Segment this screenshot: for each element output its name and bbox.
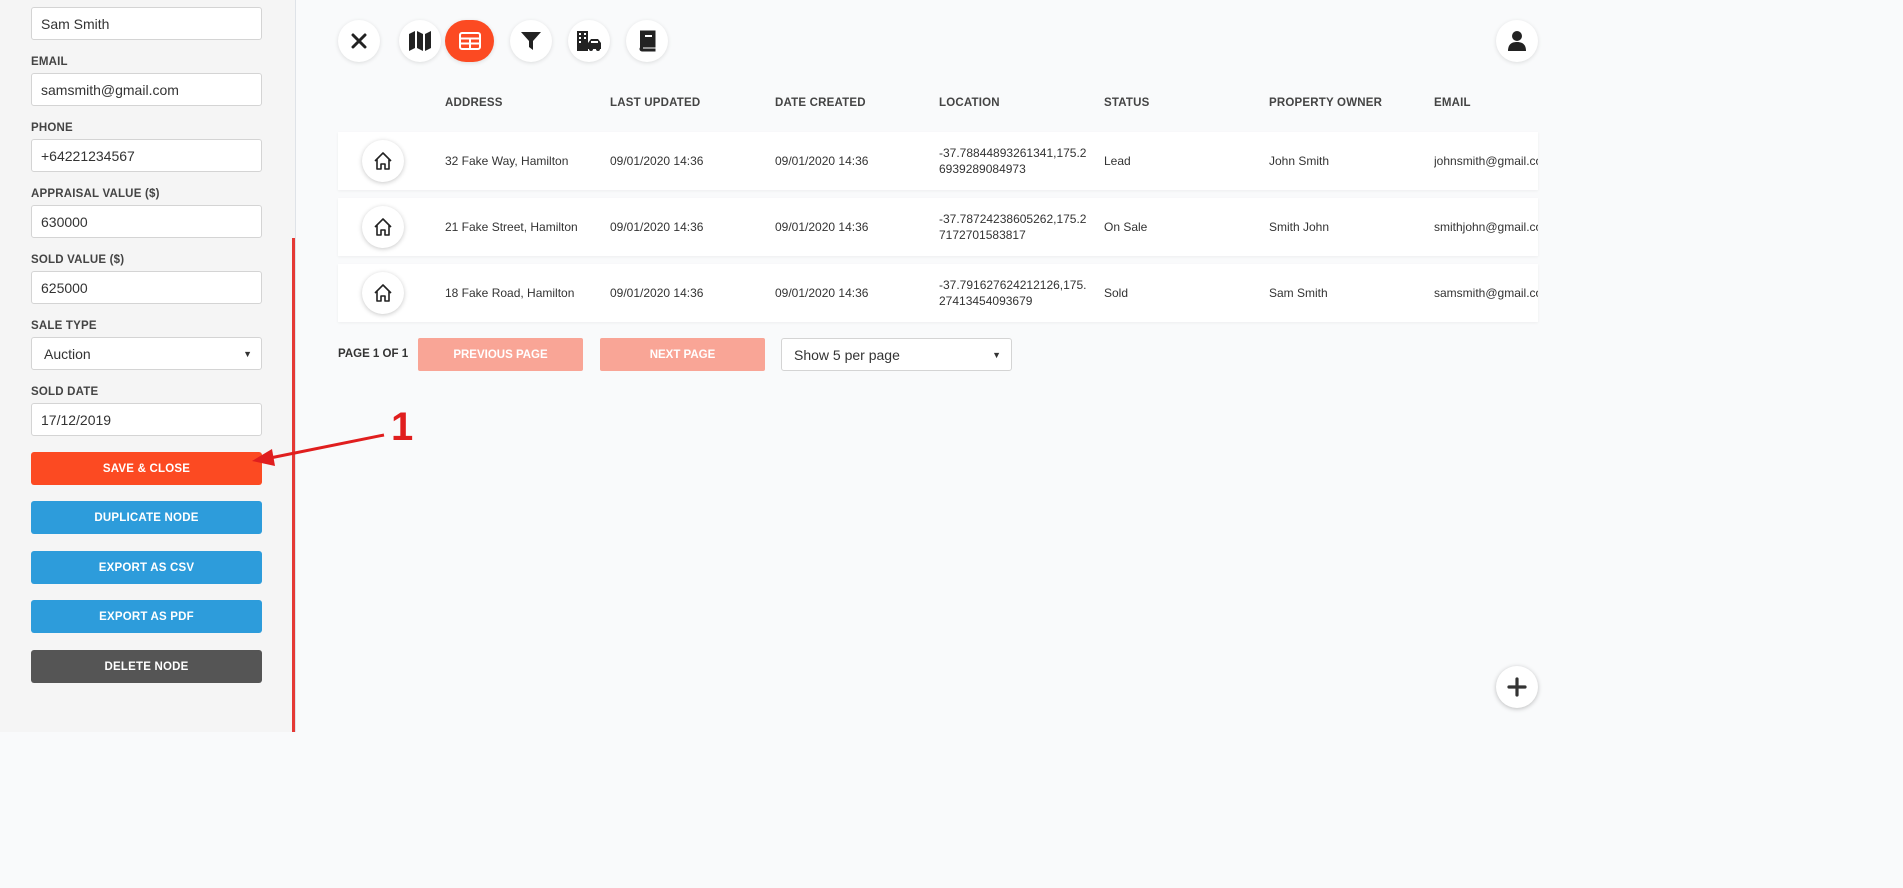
- sale-type-label: SALE TYPE: [31, 320, 97, 332]
- edit-sidebar: Sam Smith EMAIL samsmith@gmail.com PHONE…: [0, 0, 296, 732]
- cell-owner: Sam Smith: [1269, 286, 1328, 300]
- docs-button[interactable]: [626, 20, 668, 62]
- table-view-button[interactable]: [445, 20, 494, 62]
- email-label: EMAIL: [31, 56, 68, 68]
- sold-date-field[interactable]: 17/12/2019: [31, 403, 262, 436]
- phone-field[interactable]: +64221234567: [31, 139, 262, 172]
- cell-owner: John Smith: [1269, 154, 1330, 168]
- annotation-marker-line: [292, 238, 295, 732]
- close-button[interactable]: [338, 20, 380, 62]
- email-field[interactable]: samsmith@gmail.com: [31, 73, 262, 106]
- page-indicator: PAGE 1 OF 1: [338, 348, 409, 360]
- cell-owner: Smith John: [1269, 220, 1330, 234]
- map-icon: [409, 31, 431, 51]
- building-car-icon: [577, 31, 601, 51]
- add-node-button[interactable]: [1496, 666, 1538, 708]
- export-pdf-button[interactable]: EXPORT AS PDF: [31, 600, 262, 633]
- caret-down-icon: ▼: [243, 348, 252, 359]
- sale-type-value: Auction: [44, 345, 91, 362]
- duplicate-node-button[interactable]: DUPLICATE NODE: [31, 501, 262, 534]
- export-csv-button[interactable]: EXPORT AS CSV: [31, 551, 262, 584]
- column-header-last-updated[interactable]: LAST UPDATED: [610, 97, 700, 109]
- table-row[interactable]: 18 Fake Road, Hamilton 09/01/2020 14:36 …: [338, 264, 1538, 322]
- cell-address: 18 Fake Road, Hamilton: [445, 286, 575, 300]
- book-icon: [639, 30, 656, 52]
- cell-last-updated: 09/01/2020 14:36: [610, 154, 704, 168]
- column-header-email[interactable]: EMAIL: [1434, 97, 1471, 109]
- cell-last-updated: 09/01/2020 14:36: [610, 220, 704, 234]
- cell-date-created: 09/01/2020 14:36: [775, 154, 869, 168]
- cell-email: johnsmith@gmail.com: [1434, 154, 1538, 168]
- property-button[interactable]: [568, 20, 610, 62]
- phone-label: PHONE: [31, 122, 73, 134]
- user-icon: [1508, 31, 1526, 51]
- column-header-date-created[interactable]: DATE CREATED: [775, 97, 866, 109]
- filter-icon: [521, 32, 541, 50]
- cell-address: 21 Fake Street, Hamilton: [445, 220, 578, 234]
- appraisal-value-label: APPRAISAL VALUE ($): [31, 188, 160, 200]
- cell-location: -37.78844893261341,175.26939289084973: [939, 146, 1087, 176]
- close-icon: [351, 33, 367, 49]
- delete-node-button[interactable]: DELETE NODE: [31, 650, 262, 683]
- sale-type-select[interactable]: Auction ▼: [31, 337, 262, 370]
- home-icon[interactable]: [362, 140, 404, 182]
- cell-status: Lead: [1104, 154, 1131, 168]
- table-row[interactable]: 21 Fake Street, Hamilton 09/01/2020 14:3…: [338, 198, 1538, 256]
- annotation-number: 1: [391, 405, 414, 449]
- cell-status: On Sale: [1104, 220, 1148, 234]
- next-page-button[interactable]: NEXT PAGE: [600, 338, 765, 371]
- cell-email: samsmith@gmail.com: [1434, 286, 1538, 300]
- per-page-select[interactable]: Show 5 per page ▼: [781, 338, 1012, 371]
- table-icon: [458, 32, 481, 50]
- home-icon[interactable]: [362, 272, 404, 314]
- column-header-address[interactable]: ADDRESS: [445, 97, 503, 109]
- previous-page-button[interactable]: PREVIOUS PAGE: [418, 338, 583, 371]
- cell-status: Sold: [1104, 286, 1129, 300]
- cell-date-created: 09/01/2020 14:36: [775, 220, 869, 234]
- sold-value-field[interactable]: 625000: [31, 271, 262, 304]
- caret-down-icon: ▼: [992, 349, 1001, 360]
- map-view-button[interactable]: [399, 20, 441, 62]
- table-row[interactable]: 32 Fake Way, Hamilton 09/01/2020 14:36 0…: [338, 132, 1538, 190]
- user-account-button[interactable]: [1496, 20, 1538, 62]
- cell-address: 32 Fake Way, Hamilton: [445, 154, 569, 168]
- column-header-property-owner[interactable]: PROPERTY OWNER: [1269, 97, 1382, 109]
- column-header-location[interactable]: LOCATION: [939, 97, 1000, 109]
- column-header-status[interactable]: STATUS: [1104, 97, 1150, 109]
- home-icon[interactable]: [362, 206, 404, 248]
- appraisal-value-field[interactable]: 630000: [31, 205, 262, 238]
- cell-location: -37.78724238605262,175.27172701583817: [939, 212, 1087, 242]
- cell-location: -37.791627624212126,175.27413454093679: [939, 278, 1087, 308]
- sold-date-label: SOLD DATE: [31, 386, 99, 398]
- filter-button[interactable]: [510, 20, 552, 62]
- cell-date-created: 09/01/2020 14:36: [775, 286, 869, 300]
- sold-value-label: SOLD VALUE ($): [31, 254, 125, 266]
- cell-last-updated: 09/01/2020 14:36: [610, 286, 704, 300]
- save-close-button[interactable]: SAVE & CLOSE: [31, 452, 262, 485]
- name-field[interactable]: Sam Smith: [31, 7, 262, 40]
- cell-email: smithjohn@gmail.com: [1434, 220, 1538, 234]
- plus-icon: [1507, 677, 1527, 697]
- per-page-value: Show 5 per page: [794, 346, 900, 363]
